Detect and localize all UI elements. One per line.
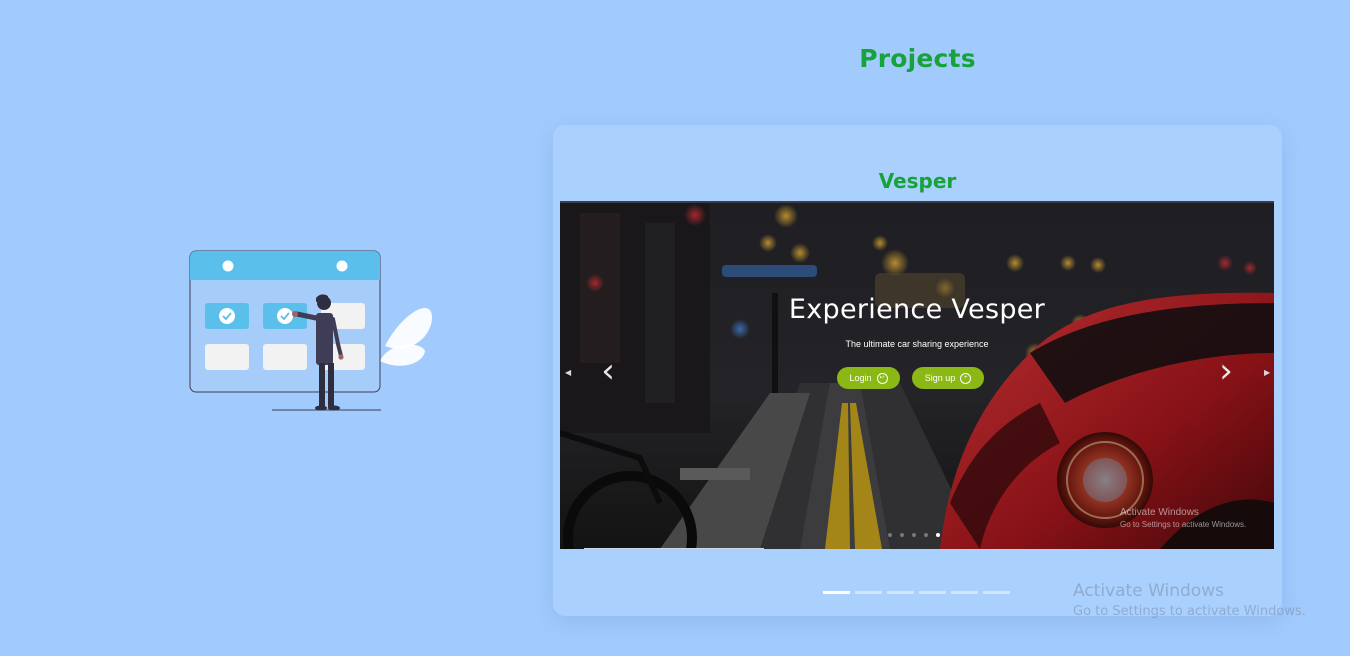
chevron-right-icon[interactable]: › <box>1211 353 1241 389</box>
hero-title: Experience Vesper <box>788 294 1046 325</box>
caret-right-icon[interactable]: ▶ <box>1264 368 1270 377</box>
carousel-indicator-3[interactable] <box>887 591 914 594</box>
signup-label: Sign up <box>924 373 956 383</box>
project-card: Vesper Experience Vesper The ultimate ca… <box>553 125 1282 616</box>
screenshot-divider <box>584 548 764 549</box>
carousel-indicator-2[interactable] <box>855 591 882 594</box>
login-button[interactable]: Login ↩ <box>837 367 900 389</box>
signup-button[interactable]: Sign up + <box>912 367 984 389</box>
carousel-indicator-4[interactable] <box>919 591 946 594</box>
screenshot-slide-dot[interactable] <box>900 533 904 537</box>
screenshot-windows-watermark: Activate Windows Go to Settings to activ… <box>1120 507 1246 531</box>
carousel-indicators <box>823 591 1010 594</box>
projects-page: Projects Vesper Experience Vesper The ul… <box>0 0 1350 656</box>
watermark-line1: Activate Windows <box>1073 581 1224 601</box>
section-title: Projects <box>859 44 976 73</box>
screenshot-slide-dots <box>888 533 940 537</box>
screenshot-slide-dot[interactable] <box>912 533 916 537</box>
project-screenshot[interactable]: Experience Vesper The ultimate car shari… <box>560 201 1274 549</box>
screenshot-slide-dot[interactable] <box>924 533 928 537</box>
carousel-indicator-5[interactable] <box>951 591 978 594</box>
hero-subtitle: The ultimate car sharing experience <box>845 339 989 349</box>
windows-activation-watermark: Activate Windows Go to Settings to activ… <box>1073 581 1306 623</box>
login-icon: ↩ <box>876 372 888 384</box>
user-plus-icon: + <box>960 372 972 384</box>
screenshot-watermark-line1: Activate Windows <box>1120 507 1199 518</box>
screenshot-slide-dot[interactable] <box>936 533 940 537</box>
chevron-left-icon[interactable]: ‹ <box>593 353 623 389</box>
carousel-indicator-6[interactable] <box>983 591 1010 594</box>
screenshot-watermark-line2: Go to Settings to activate Windows. <box>1120 520 1247 529</box>
calendar-checklist-illustration <box>189 250 433 411</box>
caret-left-icon[interactable]: ◀ <box>565 368 571 377</box>
carousel-indicator-1[interactable] <box>823 591 850 594</box>
watermark-line2: Go to Settings to activate Windows. <box>1073 604 1306 619</box>
screenshot-slide-dot[interactable] <box>888 533 892 537</box>
project-title: Vesper <box>878 169 957 193</box>
login-label: Login <box>849 373 872 383</box>
